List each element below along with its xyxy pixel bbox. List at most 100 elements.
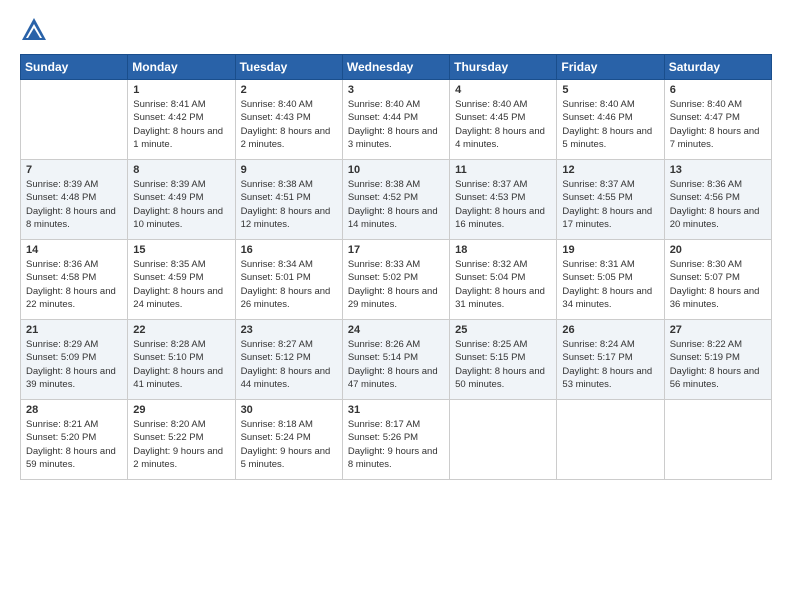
cell-info: Sunrise: 8:41 AMSunset: 4:42 PMDaylight:…: [133, 99, 223, 150]
day-header: Saturday: [664, 55, 771, 80]
day-number: 16: [241, 244, 337, 256]
calendar-cell: 31 Sunrise: 8:17 AMSunset: 5:26 PMDaylig…: [342, 400, 449, 480]
calendar-cell: 19 Sunrise: 8:31 AMSunset: 5:05 PMDaylig…: [557, 240, 664, 320]
calendar-cell: 5 Sunrise: 8:40 AMSunset: 4:46 PMDayligh…: [557, 80, 664, 160]
day-number: 21: [26, 324, 122, 336]
day-number: 31: [348, 404, 444, 416]
cell-info: Sunrise: 8:34 AMSunset: 5:01 PMDaylight:…: [241, 259, 331, 310]
calendar-cell: 9 Sunrise: 8:38 AMSunset: 4:51 PMDayligh…: [235, 160, 342, 240]
cell-info: Sunrise: 8:40 AMSunset: 4:47 PMDaylight:…: [670, 99, 760, 150]
cell-info: Sunrise: 8:29 AMSunset: 5:09 PMDaylight:…: [26, 339, 116, 390]
calendar-cell: 15 Sunrise: 8:35 AMSunset: 4:59 PMDaylig…: [128, 240, 235, 320]
calendar-cell: [557, 400, 664, 480]
cell-info: Sunrise: 8:26 AMSunset: 5:14 PMDaylight:…: [348, 339, 438, 390]
calendar-cell: 3 Sunrise: 8:40 AMSunset: 4:44 PMDayligh…: [342, 80, 449, 160]
cell-info: Sunrise: 8:39 AMSunset: 4:48 PMDaylight:…: [26, 179, 116, 230]
day-number: 10: [348, 164, 444, 176]
day-number: 29: [133, 404, 229, 416]
cell-info: Sunrise: 8:37 AMSunset: 4:55 PMDaylight:…: [562, 179, 652, 230]
calendar-cell: 17 Sunrise: 8:33 AMSunset: 5:02 PMDaylig…: [342, 240, 449, 320]
calendar-cell: 22 Sunrise: 8:28 AMSunset: 5:10 PMDaylig…: [128, 320, 235, 400]
calendar-cell: 13 Sunrise: 8:36 AMSunset: 4:56 PMDaylig…: [664, 160, 771, 240]
calendar-cell: 1 Sunrise: 8:41 AMSunset: 4:42 PMDayligh…: [128, 80, 235, 160]
calendar-week-row: 14 Sunrise: 8:36 AMSunset: 4:58 PMDaylig…: [21, 240, 772, 320]
day-number: 12: [562, 164, 658, 176]
cell-info: Sunrise: 8:21 AMSunset: 5:20 PMDaylight:…: [26, 419, 116, 470]
day-header: Thursday: [450, 55, 557, 80]
day-number: 22: [133, 324, 229, 336]
day-number: 13: [670, 164, 766, 176]
cell-info: Sunrise: 8:28 AMSunset: 5:10 PMDaylight:…: [133, 339, 223, 390]
cell-info: Sunrise: 8:31 AMSunset: 5:05 PMDaylight:…: [562, 259, 652, 310]
cell-info: Sunrise: 8:37 AMSunset: 4:53 PMDaylight:…: [455, 179, 545, 230]
day-header: Friday: [557, 55, 664, 80]
calendar-cell: 10 Sunrise: 8:38 AMSunset: 4:52 PMDaylig…: [342, 160, 449, 240]
calendar-table: SundayMondayTuesdayWednesdayThursdayFrid…: [20, 54, 772, 480]
calendar-cell: 2 Sunrise: 8:40 AMSunset: 4:43 PMDayligh…: [235, 80, 342, 160]
calendar-cell: 8 Sunrise: 8:39 AMSunset: 4:49 PMDayligh…: [128, 160, 235, 240]
logo-icon: [20, 16, 48, 44]
calendar-week-row: 1 Sunrise: 8:41 AMSunset: 4:42 PMDayligh…: [21, 80, 772, 160]
day-header: Wednesday: [342, 55, 449, 80]
day-header: Sunday: [21, 55, 128, 80]
calendar-cell: 16 Sunrise: 8:34 AMSunset: 5:01 PMDaylig…: [235, 240, 342, 320]
calendar-cell: 4 Sunrise: 8:40 AMSunset: 4:45 PMDayligh…: [450, 80, 557, 160]
day-number: 4: [455, 84, 551, 96]
day-number: 11: [455, 164, 551, 176]
day-number: 26: [562, 324, 658, 336]
calendar-cell: 29 Sunrise: 8:20 AMSunset: 5:22 PMDaylig…: [128, 400, 235, 480]
cell-info: Sunrise: 8:38 AMSunset: 4:52 PMDaylight:…: [348, 179, 438, 230]
calendar-cell: 24 Sunrise: 8:26 AMSunset: 5:14 PMDaylig…: [342, 320, 449, 400]
day-number: 17: [348, 244, 444, 256]
header: [20, 16, 772, 44]
calendar-cell: [21, 80, 128, 160]
calendar-cell: 28 Sunrise: 8:21 AMSunset: 5:20 PMDaylig…: [21, 400, 128, 480]
calendar-cell: [450, 400, 557, 480]
day-number: 8: [133, 164, 229, 176]
day-number: 27: [670, 324, 766, 336]
cell-info: Sunrise: 8:35 AMSunset: 4:59 PMDaylight:…: [133, 259, 223, 310]
calendar-cell: 12 Sunrise: 8:37 AMSunset: 4:55 PMDaylig…: [557, 160, 664, 240]
cell-info: Sunrise: 8:18 AMSunset: 5:24 PMDaylight:…: [241, 419, 331, 470]
day-number: 9: [241, 164, 337, 176]
cell-info: Sunrise: 8:38 AMSunset: 4:51 PMDaylight:…: [241, 179, 331, 230]
cell-info: Sunrise: 8:36 AMSunset: 4:56 PMDaylight:…: [670, 179, 760, 230]
day-number: 7: [26, 164, 122, 176]
cell-info: Sunrise: 8:36 AMSunset: 4:58 PMDaylight:…: [26, 259, 116, 310]
calendar-cell: 14 Sunrise: 8:36 AMSunset: 4:58 PMDaylig…: [21, 240, 128, 320]
cell-info: Sunrise: 8:25 AMSunset: 5:15 PMDaylight:…: [455, 339, 545, 390]
day-number: 18: [455, 244, 551, 256]
cell-info: Sunrise: 8:39 AMSunset: 4:49 PMDaylight:…: [133, 179, 223, 230]
cell-info: Sunrise: 8:27 AMSunset: 5:12 PMDaylight:…: [241, 339, 331, 390]
page: SundayMondayTuesdayWednesdayThursdayFrid…: [0, 0, 792, 612]
calendar-cell: 25 Sunrise: 8:25 AMSunset: 5:15 PMDaylig…: [450, 320, 557, 400]
day-number: 15: [133, 244, 229, 256]
day-number: 6: [670, 84, 766, 96]
day-header: Monday: [128, 55, 235, 80]
cell-info: Sunrise: 8:40 AMSunset: 4:44 PMDaylight:…: [348, 99, 438, 150]
cell-info: Sunrise: 8:40 AMSunset: 4:46 PMDaylight:…: [562, 99, 652, 150]
calendar-week-row: 21 Sunrise: 8:29 AMSunset: 5:09 PMDaylig…: [21, 320, 772, 400]
header-row: SundayMondayTuesdayWednesdayThursdayFrid…: [21, 55, 772, 80]
cell-info: Sunrise: 8:24 AMSunset: 5:17 PMDaylight:…: [562, 339, 652, 390]
day-number: 14: [26, 244, 122, 256]
cell-info: Sunrise: 8:22 AMSunset: 5:19 PMDaylight:…: [670, 339, 760, 390]
day-number: 25: [455, 324, 551, 336]
calendar-cell: 18 Sunrise: 8:32 AMSunset: 5:04 PMDaylig…: [450, 240, 557, 320]
day-number: 3: [348, 84, 444, 96]
cell-info: Sunrise: 8:32 AMSunset: 5:04 PMDaylight:…: [455, 259, 545, 310]
calendar-cell: 30 Sunrise: 8:18 AMSunset: 5:24 PMDaylig…: [235, 400, 342, 480]
cell-info: Sunrise: 8:17 AMSunset: 5:26 PMDaylight:…: [348, 419, 438, 470]
calendar-cell: 20 Sunrise: 8:30 AMSunset: 5:07 PMDaylig…: [664, 240, 771, 320]
calendar-week-row: 7 Sunrise: 8:39 AMSunset: 4:48 PMDayligh…: [21, 160, 772, 240]
day-number: 1: [133, 84, 229, 96]
calendar-cell: 21 Sunrise: 8:29 AMSunset: 5:09 PMDaylig…: [21, 320, 128, 400]
logo: [20, 16, 52, 44]
cell-info: Sunrise: 8:30 AMSunset: 5:07 PMDaylight:…: [670, 259, 760, 310]
calendar-cell: 7 Sunrise: 8:39 AMSunset: 4:48 PMDayligh…: [21, 160, 128, 240]
day-number: 23: [241, 324, 337, 336]
day-number: 28: [26, 404, 122, 416]
day-number: 24: [348, 324, 444, 336]
cell-info: Sunrise: 8:33 AMSunset: 5:02 PMDaylight:…: [348, 259, 438, 310]
cell-info: Sunrise: 8:20 AMSunset: 5:22 PMDaylight:…: [133, 419, 223, 470]
